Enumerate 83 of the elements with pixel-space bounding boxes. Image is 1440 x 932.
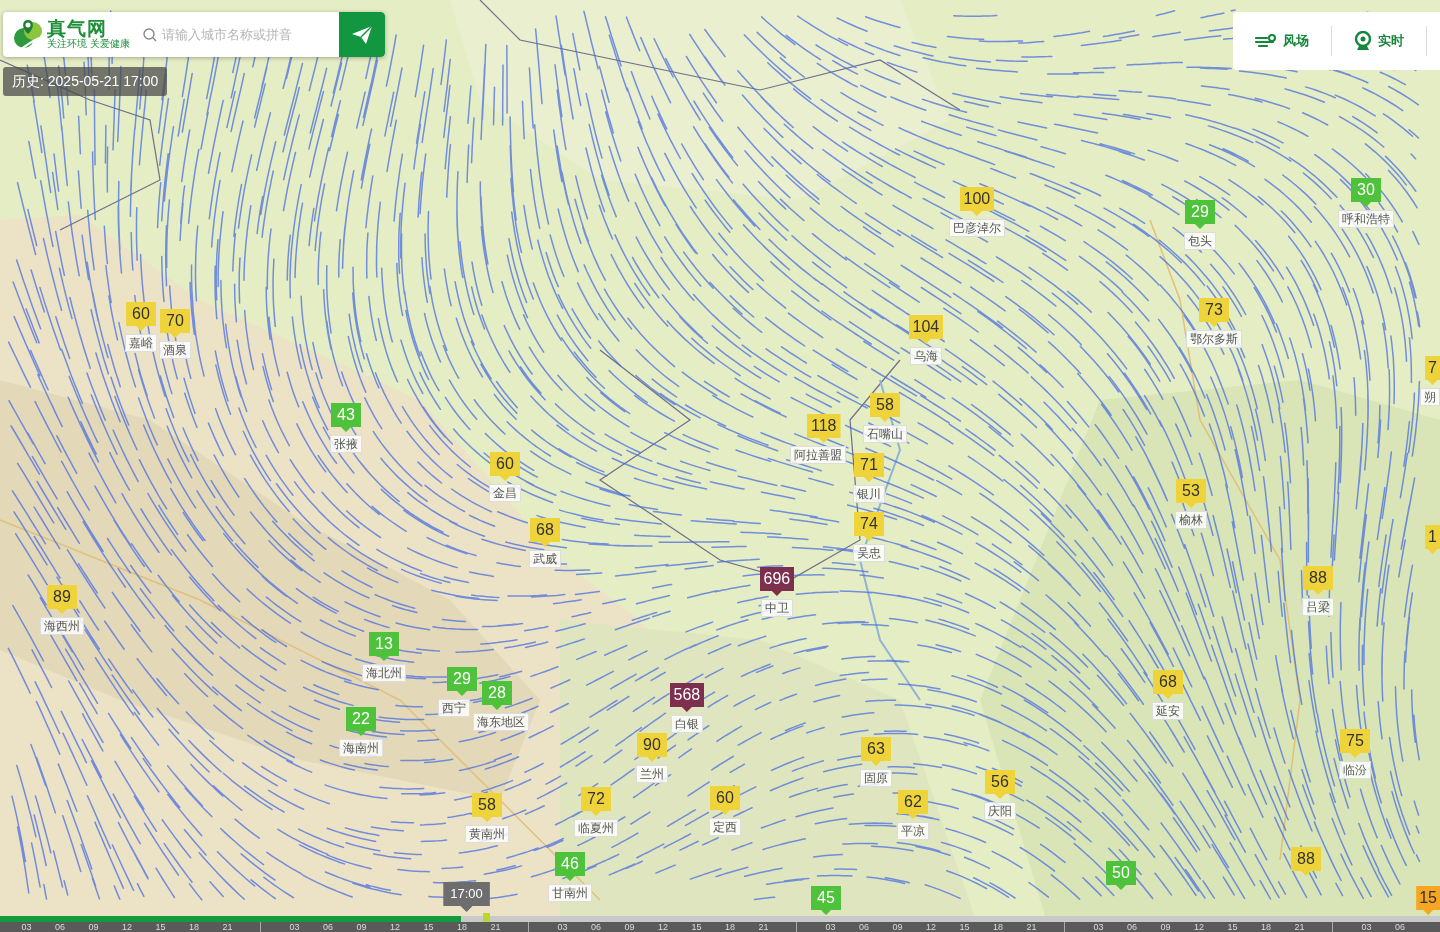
hour-tick-label: 06	[858, 922, 870, 932]
hour-tick-label: 09	[87, 922, 100, 932]
hour-tick-label: 15	[422, 922, 435, 932]
hour-tick-label: 15	[154, 922, 167, 932]
city-label: 白银	[671, 715, 703, 733]
hour-tick-label: 06	[1126, 922, 1138, 932]
city-label: 平凉	[897, 822, 929, 840]
city-label: 包头	[1184, 232, 1216, 250]
city-label: 固原	[860, 769, 892, 787]
city-label: 吕梁	[1302, 598, 1334, 616]
hour-tick-label: 21	[221, 922, 234, 932]
realtime-button[interactable]: 实时	[1332, 26, 1427, 56]
city-label: 兰州	[636, 765, 668, 783]
hour-tick-label: 09	[623, 922, 636, 932]
logo-title: 真气网	[47, 19, 108, 38]
hour-tick-label: 12	[1193, 922, 1205, 932]
hour-tick-label: 21	[757, 922, 770, 932]
logo-tagline: 关注环境 关爱健康	[47, 38, 130, 50]
city-label: 海东地区	[473, 713, 529, 731]
timeline-handle[interactable]	[482, 913, 490, 922]
city-label: 鄂尔多斯	[1186, 330, 1242, 348]
hour-tick-label: 09	[891, 922, 904, 932]
hour-tick-label: 21	[1293, 922, 1306, 932]
hour-tick-label: 15	[690, 922, 703, 932]
hour-tick-label: 03	[288, 922, 301, 932]
wind-field-button[interactable]: 风场	[1233, 26, 1332, 56]
city-label: 吴忠	[853, 544, 885, 562]
hour-tick-label: 21	[489, 922, 502, 932]
hour-tick-label: 15	[1226, 922, 1239, 932]
city-label: 定西	[709, 818, 741, 836]
hour-tick-label: 03	[824, 922, 837, 932]
search-button[interactable]	[339, 12, 385, 57]
city-label: 嘉峪	[125, 334, 157, 352]
city-label: 乌海	[910, 347, 942, 365]
city-label: 黄南州	[465, 825, 509, 843]
hour-tick-label: 18	[456, 922, 468, 932]
hour-tick-label: 06	[1394, 922, 1406, 932]
hour-tick-label: 12	[121, 922, 133, 932]
hour-tick-label: 12	[925, 922, 937, 932]
city-label: 海西州	[40, 617, 84, 635]
city-label: 榆林	[1175, 511, 1207, 529]
hour-tick-label: 03	[1360, 922, 1373, 932]
hour-tick-label: 18	[992, 922, 1004, 932]
history-timestamp: 历史: 2025-05-21 17:00	[3, 67, 168, 96]
hour-tick-label: 18	[1260, 922, 1272, 932]
city-label: 海南州	[339, 739, 383, 757]
hour-tick-label: 06	[322, 922, 334, 932]
webcam-icon	[1354, 31, 1372, 51]
timeline-track[interactable]	[0, 916, 1440, 922]
city-label: 石嘴山	[863, 425, 907, 443]
hour-tick-label: 18	[724, 922, 736, 932]
hour-tick-label: 09	[355, 922, 368, 932]
hour-tick-label: 09	[1159, 922, 1172, 932]
city-label: 巴彦淖尔	[949, 219, 1005, 237]
hour-tick-label: 12	[389, 922, 401, 932]
search-icon	[141, 26, 158, 43]
city-label: 金昌	[489, 484, 521, 502]
city-label: 海北州	[362, 664, 406, 682]
paper-plane-icon	[351, 24, 373, 45]
city-label: 临夏州	[574, 819, 618, 837]
city-label: 酒泉	[159, 341, 191, 359]
hour-tick-label: 03	[20, 922, 33, 932]
hour-tick-label: 06	[54, 922, 66, 932]
city-label: 张掖	[330, 435, 362, 453]
wind-icon	[1255, 34, 1277, 48]
hour-tick-label: 18	[188, 922, 200, 932]
hour-tick-label: 15	[958, 922, 971, 932]
city-label: 延安	[1152, 702, 1184, 720]
hour-tick-label: 21	[1025, 922, 1038, 932]
city-label: 呼和浩特	[1338, 210, 1394, 228]
city-label: 中卫	[761, 599, 793, 617]
city-label: 银川	[853, 485, 885, 503]
hour-tick-label: 06	[590, 922, 602, 932]
hour-tick-label: 03	[1092, 922, 1105, 932]
city-label: 武威	[529, 550, 561, 568]
hour-tick-label: 12	[657, 922, 669, 932]
city-label: 庆阳	[984, 802, 1016, 820]
city-label: 甘南州	[548, 884, 592, 902]
city-label: 临汾	[1339, 761, 1371, 779]
city-label: 朔	[1420, 388, 1440, 406]
hour-tick-label: 03	[556, 922, 569, 932]
city-label: 阿拉善盟	[790, 446, 846, 464]
city-label: 西宁	[438, 699, 470, 717]
